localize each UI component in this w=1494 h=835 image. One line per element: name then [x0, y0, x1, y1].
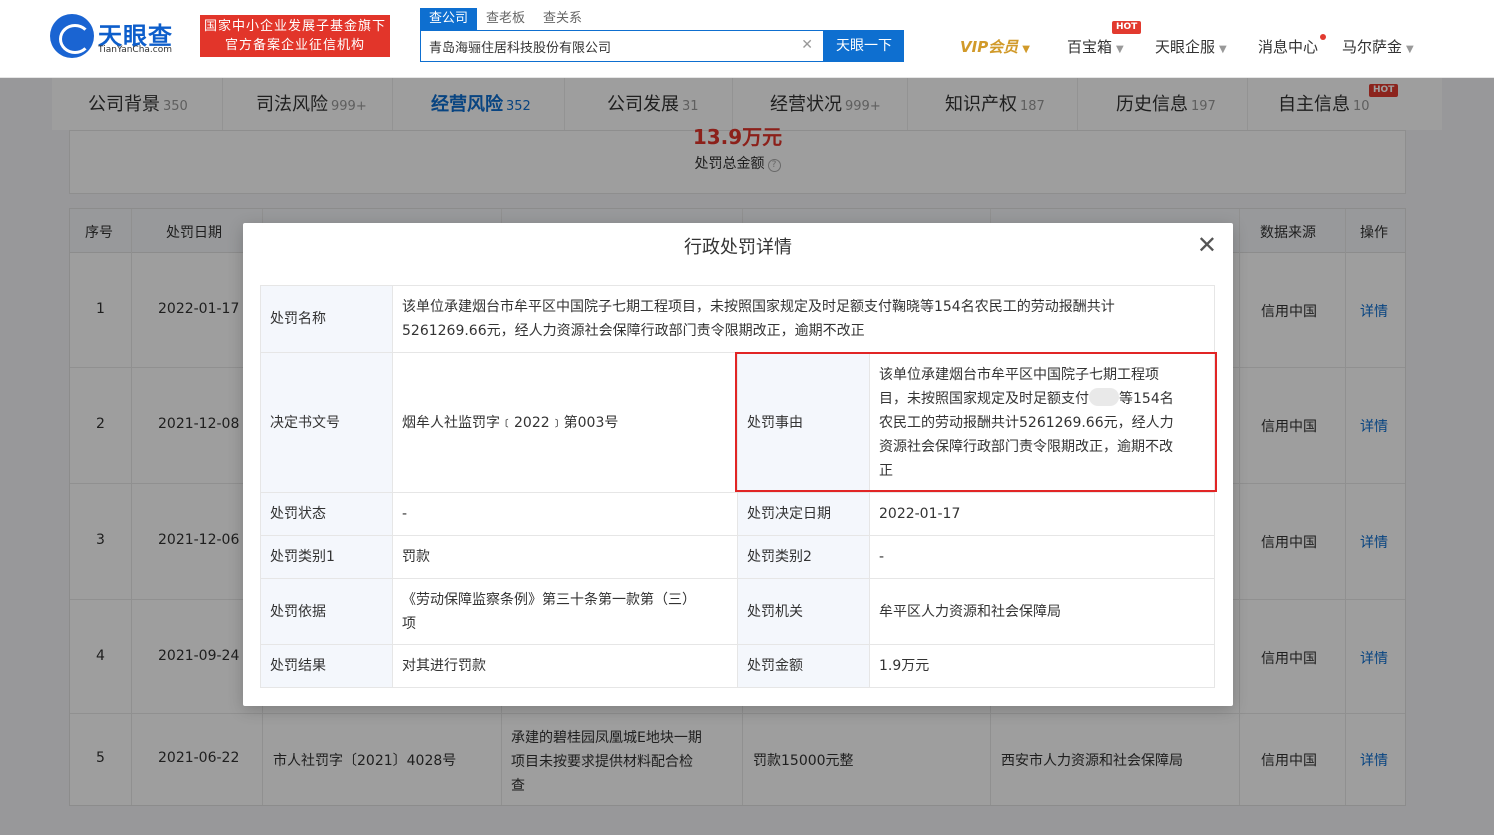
decision-number-value: 烟牟人社监罚字﹝2022﹞第003号	[392, 352, 738, 493]
value-line: 目，未按照国家规定及时足额支付 等154名	[879, 387, 1205, 411]
penalty-name-label: 处罚名称	[260, 285, 393, 353]
value-line: 5261269.66元，经人力资源社会保障行政部门责令限期改正，逾期不改正	[402, 323, 865, 339]
penalty-detail-table: 处罚名称 该单位承建烟台市牟平区中国院子七期工程项目，未按照国家规定及时足额支付…	[260, 285, 1215, 688]
search-button[interactable]: 天眼一下	[824, 30, 904, 62]
chevron-down-icon: ▼	[1219, 44, 1227, 55]
decision-number-label: 决定书文号	[260, 352, 393, 493]
eye-logo-icon	[50, 14, 94, 58]
penalty-authority-label: 处罚机关	[737, 578, 870, 645]
detail-row: 处罚名称 该单位承建烟台市牟平区中国院子七期工程项目，未按照国家规定及时足额支付…	[260, 285, 1215, 353]
penalty-amount-value: 1.9万元	[869, 644, 1215, 688]
message-center-link[interactable]: 消息中心	[1258, 36, 1318, 57]
slogan-line1: 国家中小企业发展子基金旗下	[203, 19, 386, 34]
penalty-amount-label: 处罚金额	[737, 644, 870, 688]
decision-date-value: 2022-01-17	[869, 492, 1215, 536]
search-tab-boss[interactable]: 查老板	[477, 8, 534, 30]
penalty-status-label: 处罚状态	[260, 492, 393, 536]
value-line: 正	[879, 462, 893, 479]
value-text: 等154名	[1119, 390, 1174, 407]
chevron-down-icon: ▼	[1116, 44, 1124, 55]
search-box: ✕	[420, 30, 824, 62]
penalty-reason-label: 处罚事由	[737, 352, 870, 493]
baibaoxiang-label: 百宝箱	[1067, 38, 1113, 56]
qifu-menu[interactable]: 天眼企服 ▼	[1155, 36, 1227, 57]
value-line: 农民工的劳动报酬共计5261269.66元，经人力	[879, 414, 1174, 431]
top-header: 天眼查 TianYanCha.com 国家中小企业发展子基金旗下 官方备案企业征…	[0, 0, 1494, 78]
penalty-basis-value: 《劳动保障监察条例》第三十条第一款第（三） 项	[392, 578, 738, 645]
detail-row: 处罚依据 《劳动保障监察条例》第三十条第一款第（三） 项 处罚机关 牟平区人力资…	[260, 578, 1215, 645]
penalty-result-value: 对其进行罚款	[392, 644, 738, 688]
baibaoxiang-menu[interactable]: 百宝箱 ▼	[1067, 36, 1124, 57]
qifu-label: 天眼企服	[1155, 38, 1216, 56]
detail-row: 处罚状态 - 处罚决定日期 2022-01-17	[260, 492, 1215, 536]
search-type-tabs: 查公司 查老板 查关系	[420, 8, 591, 30]
slogan-line2: 官方备案企业征信机构	[224, 38, 365, 53]
detail-row: 处罚结果 对其进行罚款 处罚金额 1.9万元	[260, 644, 1215, 688]
value-text: 目，未按照国家规定及时足额支付	[879, 390, 1089, 407]
slogan-banner: 国家中小企业发展子基金旗下 官方备案企业征信机构	[200, 15, 390, 57]
penalty-status-value: -	[392, 492, 738, 536]
penalty-category1-label: 处罚类别1	[260, 535, 393, 579]
search-tab-company[interactable]: 查公司	[420, 8, 478, 30]
clear-icon[interactable]: ✕	[801, 37, 813, 53]
penalty-category2-value: -	[869, 535, 1215, 579]
value-line: 该单位承建烟台市牟平区中国院子七期工程项目，未按照国家规定及时足额支付鞠晓等15…	[402, 299, 1115, 315]
penalty-category2-label: 处罚类别2	[737, 535, 870, 579]
penalty-name-value: 该单位承建烟台市牟平区中国院子七期工程项目，未按照国家规定及时足额支付鞠晓等15…	[392, 285, 1215, 353]
value-line: 项	[402, 615, 416, 632]
modal-title: 行政处罚详情	[684, 237, 792, 258]
penalty-reason-value: 该单位承建烟台市牟平区中国院子七期工程项 目，未按照国家规定及时足额支付 等154…	[869, 352, 1215, 493]
penalty-result-label: 处罚结果	[260, 644, 393, 688]
vip-menu[interactable]: VIP会员 ▼	[960, 36, 1030, 57]
penalty-basis-label: 处罚依据	[260, 578, 393, 645]
penalty-detail-modal: 行政处罚详情 ✕ 处罚名称 该单位承建烟台市牟平区中国院子七期工程项目，未按照国…	[243, 223, 1233, 706]
message-center-label: 消息中心	[1258, 38, 1319, 56]
penalty-authority-value: 牟平区人力资源和社会保障局	[869, 578, 1215, 645]
detail-row: 决定书文号 烟牟人社监罚字﹝2022﹞第003号 处罚事由 该单位承建烟台市牟平…	[260, 352, 1215, 493]
redacted-name	[1089, 387, 1119, 406]
decision-date-label: 处罚决定日期	[737, 492, 870, 536]
chevron-down-icon: ▼	[1022, 44, 1030, 55]
chevron-down-icon: ▼	[1406, 44, 1414, 55]
user-menu[interactable]: 马尔萨金 ▼	[1342, 36, 1414, 57]
user-name: 马尔萨金	[1342, 38, 1403, 56]
vip-label: VIP会员	[960, 38, 1019, 56]
close-icon[interactable]: ✕	[1197, 233, 1217, 257]
detail-row: 处罚类别1 罚款 处罚类别2 -	[260, 535, 1215, 579]
value-line: 资源社会保障行政部门责令限期改正，逾期不改	[879, 438, 1173, 455]
unread-dot	[1320, 34, 1326, 40]
value-line: 该单位承建烟台市牟平区中国院子七期工程项	[879, 366, 1159, 383]
search-tab-relation[interactable]: 查关系	[534, 8, 591, 30]
tianyancha-logo[interactable]: 天眼查 TianYanCha.com	[50, 14, 190, 60]
penalty-category1-value: 罚款	[392, 535, 738, 579]
search-input[interactable]	[429, 31, 799, 61]
hot-badge: HOT	[1112, 21, 1142, 34]
value-line: 《劳动保障监察条例》第三十条第一款第（三）	[402, 591, 696, 608]
logo-domain: TianYanCha.com	[98, 45, 173, 55]
